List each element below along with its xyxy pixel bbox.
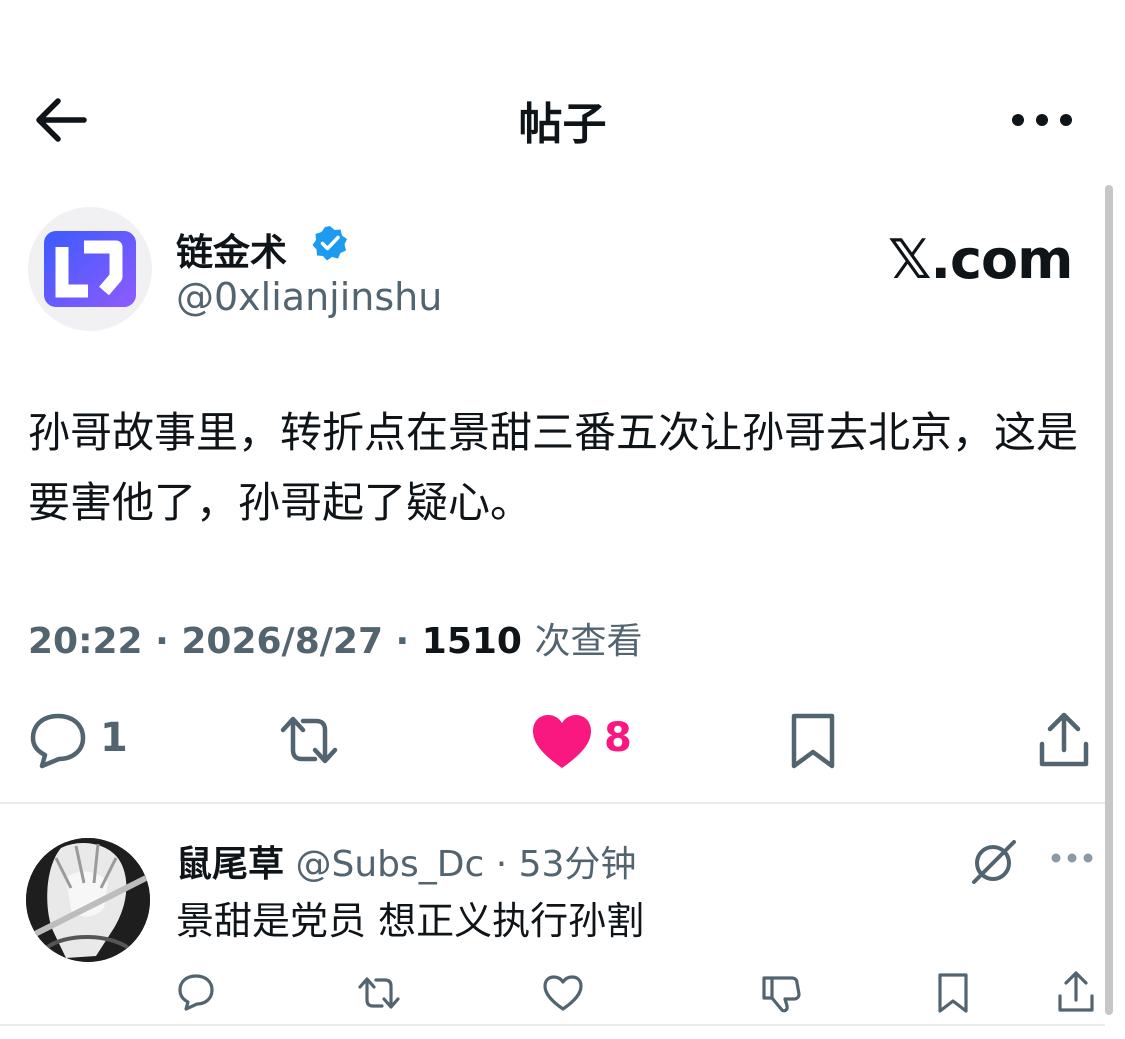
divider (0, 1024, 1105, 1026)
reply-author-name[interactable]: 鼠尾草 (176, 844, 284, 885)
author-handle[interactable]: @0xlianjinshu (176, 275, 442, 319)
like-heart-icon[interactable] (530, 712, 594, 770)
retweet-icon[interactable] (275, 710, 343, 770)
reply-more-options-icon[interactable] (1050, 850, 1094, 866)
meta-separator: · (155, 621, 182, 662)
verified-badge-icon (312, 226, 347, 261)
reply-text: 景甜是党员 想正义执行孙割 (176, 899, 645, 943)
reply-author-handle[interactable]: @Subs_Dc (295, 844, 484, 885)
reply-header: 鼠尾草 @Subs_Dc · 53分钟 (176, 835, 636, 887)
x-com-logo: 𝕏.com (888, 228, 1073, 291)
post-text: 孙哥故事里，转折点在景甜三番五次让孙哥去北京，这是要害他了，孙哥起了疑心。 (28, 408, 1079, 527)
author-logo-icon (44, 231, 136, 307)
reply-share-icon[interactable] (1056, 970, 1096, 1014)
more-options-icon[interactable] (1010, 110, 1074, 130)
reply-like-icon[interactable] (542, 974, 584, 1012)
bookmark-icon[interactable] (786, 712, 840, 770)
view-count-label: 次查看 (534, 621, 643, 662)
author-avatar[interactable] (28, 207, 152, 331)
reply-icon[interactable] (28, 710, 88, 770)
scrollbar[interactable] (1105, 185, 1113, 1015)
page-title: 帖子 (518, 99, 607, 150)
reply-retweet-icon[interactable] (356, 974, 402, 1012)
post-time: 20:22 (28, 621, 143, 662)
reply-bookmark-icon[interactable] (936, 972, 970, 1014)
reply-count[interactable]: 1 (100, 715, 128, 761)
post-meta: 20:22 · 2026/8/27 · 1510 次查看 (28, 612, 643, 664)
meta-separator: · (395, 621, 422, 662)
divider (0, 802, 1105, 804)
reply-avatar-illustration (26, 838, 150, 962)
meta-separator: · (484, 844, 519, 885)
like-count[interactable]: 8 (604, 715, 632, 761)
grok-icon[interactable] (968, 836, 1018, 886)
view-count: 1510 (421, 621, 522, 662)
reply-reply-icon[interactable] (176, 972, 216, 1012)
reply-avatar[interactable] (26, 838, 150, 962)
reply-dislike-icon[interactable] (760, 972, 802, 1014)
share-icon[interactable] (1036, 710, 1092, 770)
post-date: 2026/8/27 (181, 621, 383, 662)
reply-time: 53分钟 (518, 844, 637, 885)
author-name[interactable]: 链金术 (176, 222, 287, 276)
